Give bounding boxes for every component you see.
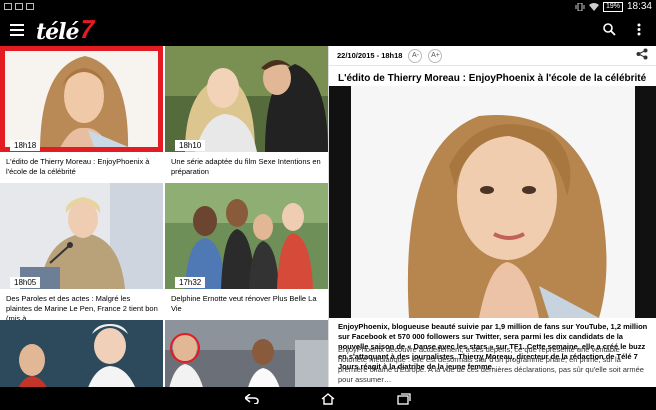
news-caption: Une série adaptée du film Sexe Intention… — [171, 157, 321, 176]
news-tile-6[interactable] — [165, 320, 328, 387]
news-tile-2[interactable]: 18h10 Une série adaptée du film Sexe Int… — [165, 46, 328, 183]
logo-number: 7 — [76, 14, 97, 44]
increase-font-button[interactable]: A+ — [428, 48, 443, 63]
status-icons: 19% 18:34 — [575, 1, 652, 12]
article-toolbar: 22/10/2015 - 18h18 A- A+ — [329, 46, 656, 66]
news-caption: Des Paroles et des actes : Malgré les pl… — [6, 294, 158, 320]
news-thumbnail — [165, 320, 328, 387]
back-icon[interactable] — [244, 392, 260, 406]
news-caption: Delphine Ernotte veut rénover Plus Belle… — [171, 294, 317, 313]
article-image — [329, 86, 656, 318]
news-thumbnail — [0, 46, 163, 152]
news-grid: 18h18 L'édito de Thierry Moreau : EnjoyP… — [0, 46, 328, 387]
news-tile-5[interactable] — [0, 320, 163, 387]
app-bar-actions — [602, 23, 646, 37]
decrease-font-button[interactable]: A- — [408, 48, 423, 63]
news-notification-icon — [26, 3, 34, 10]
clock: 18:34 — [626, 1, 652, 12]
image-notification-icon — [4, 3, 12, 10]
screen: 19% 18:34 télé 7 18h18 L'édito de Thierr… — [0, 0, 656, 410]
more-vert-icon[interactable] — [632, 23, 646, 37]
news-time: 18h05 — [10, 277, 41, 288]
news-thumbnail — [165, 46, 328, 152]
news-time: 18h18 — [10, 140, 41, 151]
news-thumbnail — [165, 183, 328, 289]
logo-text: télé — [36, 19, 80, 45]
battery-indicator: 19% — [602, 1, 623, 12]
article-body: EnjoyPhoenix découvre actuellement, à se… — [338, 345, 644, 384]
news-time: 17h32 — [175, 277, 206, 288]
menu-icon[interactable] — [10, 23, 24, 36]
news-caption: L'édito de Thierry Moreau : EnjoyPhoenix… — [6, 157, 150, 176]
app-bar: télé 7 — [0, 13, 656, 46]
search-icon[interactable] — [602, 23, 616, 37]
news-time: 18h10 — [175, 140, 206, 151]
share-icon[interactable] — [636, 47, 648, 65]
status-bar: 19% 18:34 — [0, 0, 656, 13]
wifi-icon — [588, 2, 599, 11]
article-date: 22/10/2015 - 18h18 — [337, 51, 403, 60]
notification-icons — [4, 3, 34, 10]
news-tile-1[interactable]: 18h18 L'édito de Thierry Moreau : EnjoyP… — [0, 46, 163, 183]
article-panel: 22/10/2015 - 18h18 A- A+ L'édito de Thie… — [328, 46, 656, 387]
news-thumbnail — [0, 320, 163, 387]
home-icon[interactable] — [320, 392, 336, 406]
vibrate-icon — [575, 2, 585, 11]
tele7-logo[interactable]: télé 7 — [36, 14, 97, 45]
news-thumbnail — [0, 183, 163, 289]
sim-notification-icon — [15, 3, 23, 10]
recents-icon[interactable] — [396, 392, 412, 406]
news-tile-3[interactable]: 18h05 Des Paroles et des actes : Malgré … — [0, 183, 163, 320]
navigation-bar — [0, 387, 656, 410]
news-tile-4[interactable]: 17h32 Delphine Ernotte veut rénover Plus… — [165, 183, 328, 320]
